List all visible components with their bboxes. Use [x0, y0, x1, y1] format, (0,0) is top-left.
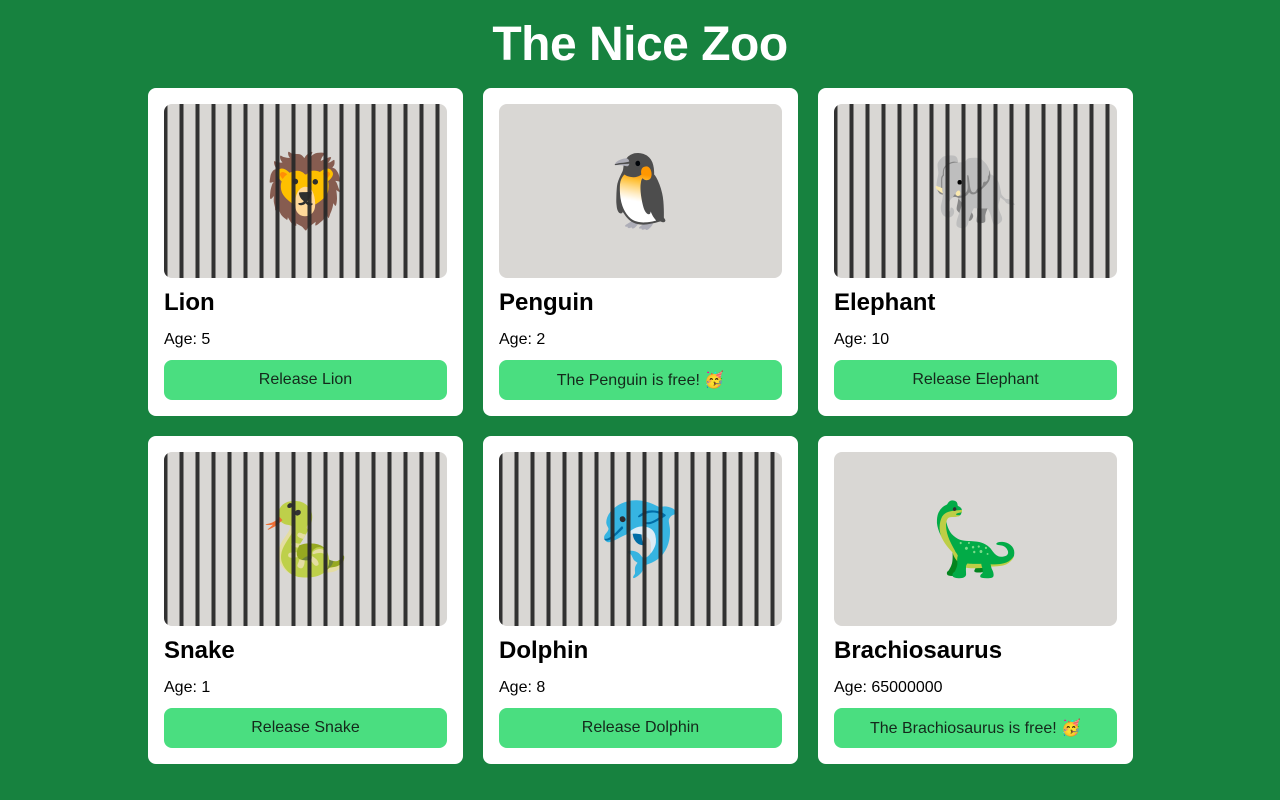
animal-age: Age: 8 [499, 679, 546, 697]
cage-bars [499, 452, 782, 627]
enclosure: 🐘 [834, 104, 1117, 279]
enclosure: 🐧 [499, 104, 782, 279]
animal-name: Snake [164, 637, 235, 665]
cage-bars [164, 452, 447, 627]
release-snake-button[interactable]: Release Snake [164, 708, 447, 748]
animal-name: Lion [164, 289, 215, 317]
animal-age: Age: 65000000 [834, 679, 943, 697]
animal-age: Age: 2 [499, 331, 546, 349]
enclosure: 🦁 [164, 104, 447, 279]
animal-age: Age: 1 [164, 679, 211, 697]
enclosure: 🐍 [164, 452, 447, 627]
animal-card-snake: 🐍 Snake Age: 1 Release Snake [148, 436, 463, 764]
brachiosaurus-icon: 🦕 [930, 497, 1021, 582]
release-elephant-button[interactable]: Release Elephant [834, 360, 1117, 400]
animal-grid: 🦁 Lion Age: 5 Release Lion 🐧 Penguin Age… [148, 88, 1133, 764]
animal-card-elephant: 🐘 Elephant Age: 10 Release Elephant [818, 88, 1133, 416]
cage-bars [164, 104, 447, 279]
animal-card-lion: 🦁 Lion Age: 5 Release Lion [148, 88, 463, 416]
release-lion-button[interactable]: Release Lion [164, 360, 447, 400]
animal-age: Age: 5 [164, 331, 211, 349]
animal-card-brachiosaurus: 🦕 Brachiosaurus Age: 65000000 The Brachi… [818, 436, 1133, 764]
page-title: The Nice Zoo [492, 18, 788, 71]
enclosure: 🐬 [499, 452, 782, 627]
penguin-free-button[interactable]: The Penguin is free! 🥳 [499, 360, 782, 400]
animal-name: Elephant [834, 289, 936, 317]
penguin-icon: 🐧 [595, 149, 686, 234]
animal-name: Penguin [499, 289, 594, 317]
animal-age: Age: 10 [834, 331, 890, 349]
animal-card-penguin: 🐧 Penguin Age: 2 The Penguin is free! 🥳 [483, 88, 798, 416]
enclosure: 🦕 [834, 452, 1117, 627]
animal-name: Brachiosaurus [834, 637, 1003, 665]
animal-card-dolphin: 🐬 Dolphin Age: 8 Release Dolphin [483, 436, 798, 764]
cage-bars [834, 104, 1117, 279]
animal-name: Dolphin [499, 637, 589, 665]
release-dolphin-button[interactable]: Release Dolphin [499, 708, 782, 748]
brachiosaurus-free-button[interactable]: The Brachiosaurus is free! 🥳 [834, 708, 1117, 748]
